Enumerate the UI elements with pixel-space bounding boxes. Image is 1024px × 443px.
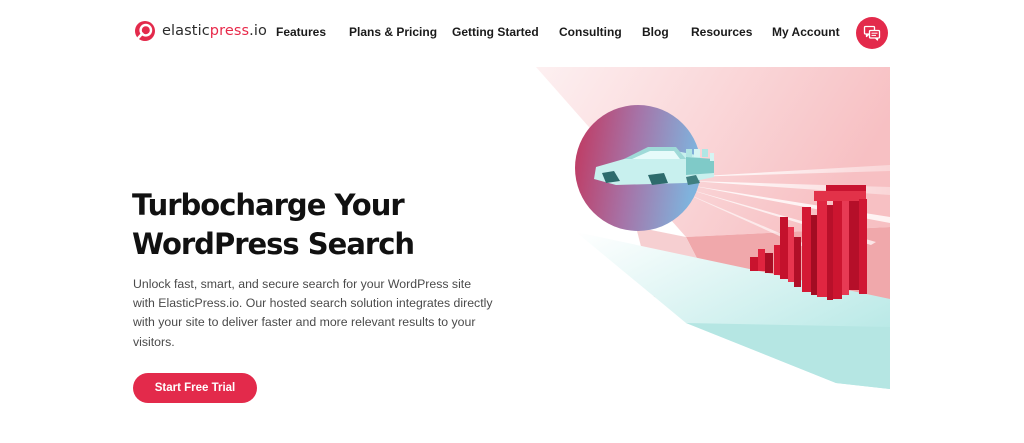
site-header: elasticpress.io Features Plans & Pricing… [0, 0, 1024, 66]
nav-item-blog[interactable]: Blog [642, 25, 669, 39]
hero-description: Unlock fast, smart, and secure search fo… [133, 277, 493, 349]
hero-title-line-1: Turbocharge Your [132, 188, 405, 222]
hero-illustration [536, 67, 890, 389]
hero-title: Turbocharge Your WordPress Search [132, 186, 462, 264]
hero-title-line-2: WordPress Search [132, 227, 415, 261]
start-free-trial-button[interactable]: Start Free Trial [133, 373, 257, 403]
nav-item-consulting[interactable]: Consulting [559, 25, 622, 39]
nav-item-plans-pricing[interactable]: Plans & Pricing [349, 25, 437, 39]
nav-item-my-account[interactable]: My Account [772, 25, 840, 39]
chat-bubbles-icon [863, 25, 881, 41]
nav-item-features[interactable]: Features [276, 25, 326, 39]
chat-button[interactable] [856, 17, 888, 49]
nav-item-getting-started[interactable]: Getting Started [452, 25, 539, 39]
nav-item-resources[interactable]: Resources [691, 25, 752, 39]
